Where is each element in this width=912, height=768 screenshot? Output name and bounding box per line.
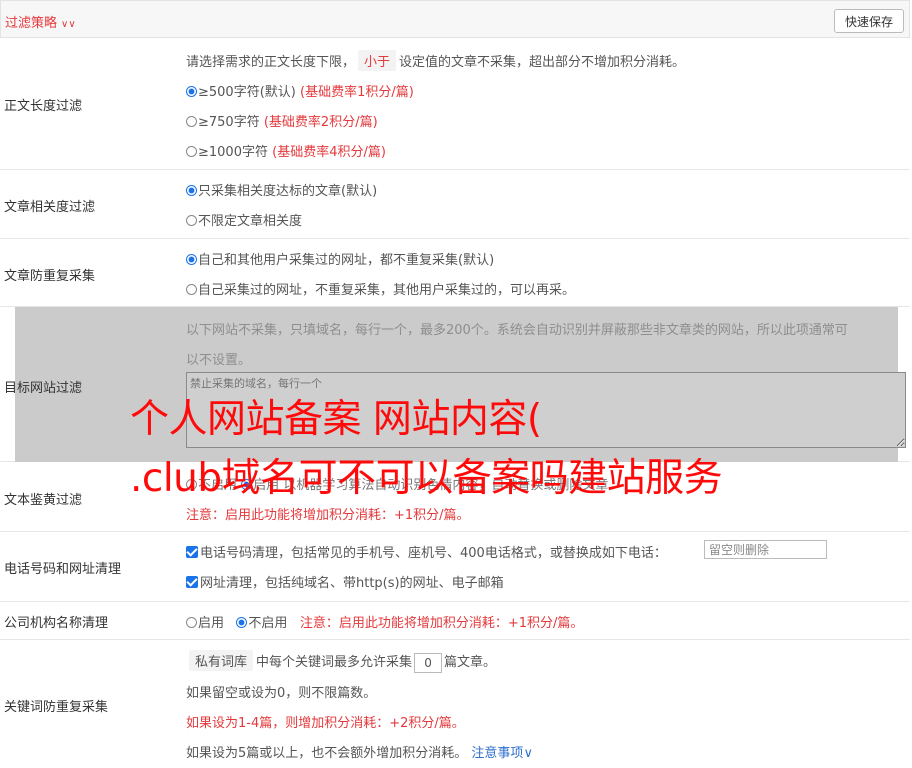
- phone-clean-text: 电话号码清理，包括常见的手机号、座机号、400电话格式，或替换成如下电话：: [200, 546, 667, 561]
- company-filter-row: 公司机构名称清理 启用 不启用 注意：启用此功能将增加积分消耗：+1积分/篇。: [0, 602, 910, 640]
- url-clean-text: 网址清理，包括纯域名、带http(s)的网址、电子邮箱: [200, 576, 504, 591]
- relevance-filter-label: 文章相关度过滤: [4, 200, 96, 215]
- option-text: 自己和其他用户采集过的网址，都不重复采集(默认): [198, 253, 495, 268]
- keyword-filter-label: 关键词防重复采集: [4, 700, 109, 715]
- intro-suffix: 设定值的文章不采集，超出部分不增加积分消耗。: [399, 55, 686, 70]
- section-title[interactable]: 过滤策略 ∨∨: [5, 12, 76, 31]
- site-filter-label: 目标网站过滤: [4, 381, 83, 396]
- notice-link[interactable]: 注意事项∨: [471, 746, 533, 761]
- option-text: 不限定文章相关度: [198, 214, 303, 229]
- relevance-filter-row: 文章相关度过滤 只采集相关度达标的文章(默认) 不限定文章相关度: [0, 170, 910, 239]
- site-filter-desc-1: 以下网站不采集，只填域名，每行一个，最多200个。系统会自动识别并屏蔽那些非文章…: [186, 323, 848, 338]
- option-note: (基础费率1积分/篇): [300, 85, 414, 100]
- watermark-line-2: .club域名可不可以备案吗建站服务: [130, 456, 723, 501]
- radio-checked-icon[interactable]: [186, 254, 197, 265]
- radio-icon[interactable]: [186, 146, 197, 157]
- radio-icon[interactable]: [186, 215, 197, 226]
- option-text: ≥1000字符: [198, 145, 268, 160]
- radio-checked-icon[interactable]: [186, 86, 197, 97]
- company-filter-options: 启用 不启用 注意：启用此功能将增加积分消耗：+1积分/篇。: [186, 612, 583, 631]
- length-option-750[interactable]: ≥750字符 (基础费率2积分/篇): [186, 111, 378, 130]
- porn-filter-label: 文本鉴黄过滤: [4, 493, 83, 508]
- porn-filter-note: 注意：启用此功能将增加积分消耗：+1积分/篇。: [186, 508, 470, 523]
- private-lexicon-tag[interactable]: 私有词库: [189, 650, 254, 671]
- length-filter-label: 正文长度过滤: [4, 99, 83, 114]
- company-filter-label: 公司机构名称清理: [4, 616, 109, 631]
- chevron-down-icon: ∨∨: [61, 19, 76, 30]
- notice-link-text: 注意事项: [471, 746, 524, 761]
- length-option-1000[interactable]: ≥1000字符 (基础费率4积分/篇): [186, 141, 386, 160]
- keyword-limit-text: 中每个关键词最多允许采集: [256, 655, 413, 670]
- radio-icon[interactable]: [186, 284, 197, 295]
- keyword-note-3: 如果设为5篇或以上，也不会额外增加积分消耗。 注意事项∨: [186, 742, 533, 761]
- dup-filter-row: 文章防重复采集 自己和其他用户采集过的网址，都不重复采集(默认) 自己采集过的网…: [0, 239, 910, 307]
- less-than-tag: 小于: [358, 50, 397, 71]
- option-off-text: 不启用: [248, 616, 288, 631]
- chevron-down-icon: ∨: [523, 746, 533, 761]
- company-filter-note: 注意：启用此功能将增加积分消耗：+1积分/篇。: [299, 616, 584, 631]
- dup-filter-label: 文章防重复采集: [4, 269, 96, 284]
- keyword-count-input[interactable]: 0: [414, 652, 443, 673]
- keyword-note-1: 如果留空或设为0，则不限篇数。: [186, 686, 377, 701]
- length-option-500[interactable]: ≥500字符(默认) (基础费率1积分/篇): [186, 81, 414, 100]
- filter-strategy-header: 过滤策略 ∨∨ 快速保存: [0, 0, 910, 38]
- phone-filter-label: 电话号码和网址清理: [4, 562, 122, 577]
- option-text: ≥750字符: [198, 115, 260, 130]
- radio-icon[interactable]: [186, 116, 197, 127]
- option-text: ≥500字符(默认): [198, 85, 296, 100]
- intro-prefix: 请选择需求的正文长度下限，: [186, 55, 356, 70]
- phone-clean-option[interactable]: 电话号码清理，包括常见的手机号、座机号、400电话格式，或替换成如下电话：: [186, 542, 667, 561]
- radio-checked-icon[interactable]: [186, 185, 197, 196]
- dup-option-self[interactable]: 自己采集过的网址，不重复采集，其他用户采集过的，可以再采。: [186, 279, 575, 298]
- relevance-option-on[interactable]: 只采集相关度达标的文章(默认): [186, 180, 377, 199]
- replacement-phone-input[interactable]: [704, 540, 827, 559]
- checkbox-checked-icon[interactable]: [186, 546, 198, 558]
- length-filter-row: 正文长度过滤 请选择需求的正文长度下限， 小于 设定值的文章不采集，超出部分不增加积…: [0, 38, 910, 170]
- option-note: (基础费率4积分/篇): [272, 145, 386, 160]
- keyword-note-2: 如果设为1-4篇，则增加积分消耗：+2积分/篇。: [186, 716, 465, 731]
- radio-checked-icon[interactable]: [236, 617, 248, 628]
- quick-save-button[interactable]: 快速保存: [834, 9, 904, 33]
- dup-option-all[interactable]: 自己和其他用户采集过的网址，都不重复采集(默认): [186, 249, 494, 268]
- keyword-limit-suffix: 篇文章。: [444, 655, 497, 670]
- option-note: (基础费率2积分/篇): [263, 115, 378, 130]
- keyword-note-3-text: 如果设为5篇或以上，也不会额外增加积分消耗。: [186, 746, 468, 761]
- section-title-label: 过滤策略: [5, 16, 58, 31]
- site-filter-desc-2: 以不设置。: [186, 353, 252, 368]
- keyword-filter-row: 关键词防重复采集 私有词库 中每个关键词最多允许采集 0 篇文章。 如果留空或设为0，…: [0, 640, 910, 768]
- radio-icon[interactable]: [186, 617, 197, 628]
- checkbox-checked-icon[interactable]: [186, 576, 198, 588]
- watermark-line-1: 个人网站备案 网站内容(: [130, 397, 542, 442]
- keyword-limit-line: 私有词库 中每个关键词最多允许采集 0 篇文章。: [186, 650, 496, 673]
- url-clean-option[interactable]: 网址清理，包括纯域名、带http(s)的网址、电子邮箱: [186, 572, 504, 591]
- option-text: 只采集相关度达标的文章(默认): [198, 184, 378, 199]
- option-on-text: 启用: [198, 616, 225, 631]
- relevance-option-off[interactable]: 不限定文章相关度: [186, 210, 302, 229]
- length-filter-intro: 请选择需求的正文长度下限， 小于 设定值的文章不采集，超出部分不增加积分消耗。: [186, 50, 685, 71]
- option-text: 自己采集过的网址，不重复采集，其他用户采集过的，可以再采。: [198, 283, 576, 298]
